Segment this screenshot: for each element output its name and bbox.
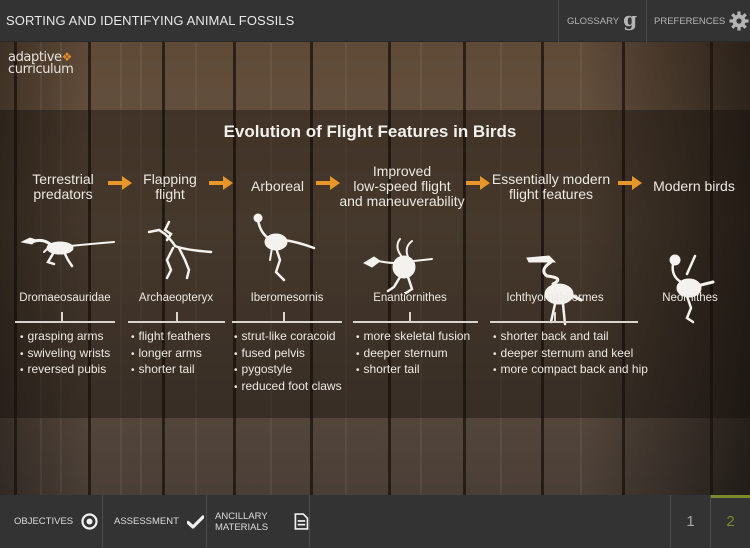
species-label-neornithes: Neornithes <box>662 292 718 304</box>
page-2-button-active[interactable]: 2 <box>710 495 750 548</box>
objectives-label: OBJECTIVES <box>14 516 74 527</box>
trait-item: pygostyle <box>234 362 342 379</box>
trait-item: fused pelvis <box>234 346 342 363</box>
trait-item: swiveling wrists <box>20 346 111 363</box>
glossary-button[interactable]: GLOSSARY g <box>558 0 646 42</box>
objectives-button[interactable]: OBJECTIVES <box>0 495 103 548</box>
right-arrow-icon <box>108 176 132 190</box>
logo-line2: curriculum <box>8 62 74 77</box>
stage-label-terrestrial: Terrestrial predators <box>32 171 94 202</box>
species-label-enantiornithes: Enantiornithes <box>373 292 447 304</box>
bracket-line <box>128 321 225 323</box>
trait-item: flight feathers <box>131 329 211 346</box>
glossary-label: GLOSSARY <box>567 15 620 27</box>
trait-item: shorter back and tail <box>493 329 648 346</box>
document-icon <box>294 513 309 530</box>
dromaeosauridae-fossil-icon <box>20 237 115 268</box>
enantiornithes-fossil-icon <box>362 238 433 295</box>
adaptive-curriculum-logo: adaptive❖ curriculum <box>8 51 74 77</box>
stage-label-arboreal: Arboreal <box>251 178 304 194</box>
archaeopteryx-fossil-icon <box>147 220 213 280</box>
trait-item: strut-like coracoid <box>234 329 342 346</box>
right-arrow-icon <box>466 176 490 190</box>
trait-item: more compact back and hip <box>493 362 648 379</box>
species-label-dromaeosauridae: Dromaeosauridae <box>19 292 111 304</box>
content-stage: adaptive❖ curriculum Evolution of Flight… <box>0 42 750 495</box>
target-icon <box>81 513 98 530</box>
assessment-button[interactable]: ASSESSMENT <box>103 495 207 548</box>
bracket-line <box>15 321 115 323</box>
species-label-ichthyornithiformes: Ichthyornithiformes <box>506 292 604 304</box>
stage-label-essentially-modern: Essentially modern flight features <box>491 171 611 202</box>
traits-list-enantiornithes: more skeletal fusion deeper sternum shor… <box>356 329 471 379</box>
gear-icon <box>729 11 749 31</box>
bracket-line <box>490 321 638 323</box>
trait-item: more skeletal fusion <box>356 329 471 346</box>
diagram-title: Evolution of Flight Features in Birds <box>223 122 517 141</box>
bracket-tick <box>554 312 556 321</box>
trait-item: reversed pubis <box>20 362 110 379</box>
ichthyornithiformes-fossil-icon <box>526 255 583 326</box>
trait-item: deeper sternum and keel <box>493 346 648 363</box>
bracket-tick <box>61 312 63 321</box>
traits-list-dromaeosauridae: grasping arms swiveling wrists reversed … <box>20 329 111 379</box>
traits-list-archaeopteryx: flight feathers longer arms shorter tail <box>131 329 211 379</box>
stage-label-improved: Improved low-speed flight and maneuverabil… <box>339 163 465 209</box>
right-arrow-icon <box>316 176 340 190</box>
trait-item: deeper sternum <box>356 346 470 363</box>
preferences-label: PREFERENCES <box>654 15 726 27</box>
traits-list-ichthyornithiformes: shorter back and tail deeper sternum and… <box>493 329 648 379</box>
trait-item: longer arms <box>131 346 211 363</box>
app-title: SORTING AND IDENTIFYING ANIMAL FOSSILS <box>6 13 295 28</box>
right-arrow-icon <box>618 176 642 190</box>
trait-item: shorter tail <box>131 362 211 379</box>
traits-list-iberomesornis: strut-like coracoid fused pelvis pygosty… <box>234 329 342 395</box>
assessment-label: ASSESSMENT <box>114 516 179 527</box>
species-label-iberomesornis: Iberomesornis <box>250 292 324 304</box>
trait-item: reduced foot claws <box>234 379 342 396</box>
preferences-button[interactable]: PREFERENCES <box>646 0 750 42</box>
bracket-tick <box>176 312 178 321</box>
g-icon: g <box>623 7 638 31</box>
bracket-line <box>232 321 342 323</box>
bracket-tick <box>409 312 411 321</box>
ancillary-materials-button[interactable]: ANCILLARY MATERIALS <box>207 495 310 548</box>
iberomesornis-fossil-icon <box>253 213 316 282</box>
checkmark-icon <box>186 514 204 529</box>
trait-item: grasping arms <box>20 329 110 346</box>
right-arrow-icon <box>209 176 233 190</box>
page-1-button[interactable]: 1 <box>670 495 710 548</box>
bottom-bar: OBJECTIVES ASSESSMENT ANCILLARY MATERIAL… <box>0 495 750 548</box>
stage-label-modern-birds: Modern birds <box>653 178 735 194</box>
neornithes-fossil-icon <box>669 254 715 324</box>
bracket-tick <box>283 312 285 321</box>
species-label-archaeopteryx: Archaeopteryx <box>138 292 214 304</box>
ancillary-materials-label: ANCILLARY MATERIALS <box>215 510 269 533</box>
trait-item: shorter tail <box>356 362 470 379</box>
stage-label-flapping: Flapping flight <box>143 171 197 202</box>
top-bar: SORTING AND IDENTIFYING ANIMAL FOSSILS G… <box>0 0 750 42</box>
bracket-line <box>353 321 478 323</box>
